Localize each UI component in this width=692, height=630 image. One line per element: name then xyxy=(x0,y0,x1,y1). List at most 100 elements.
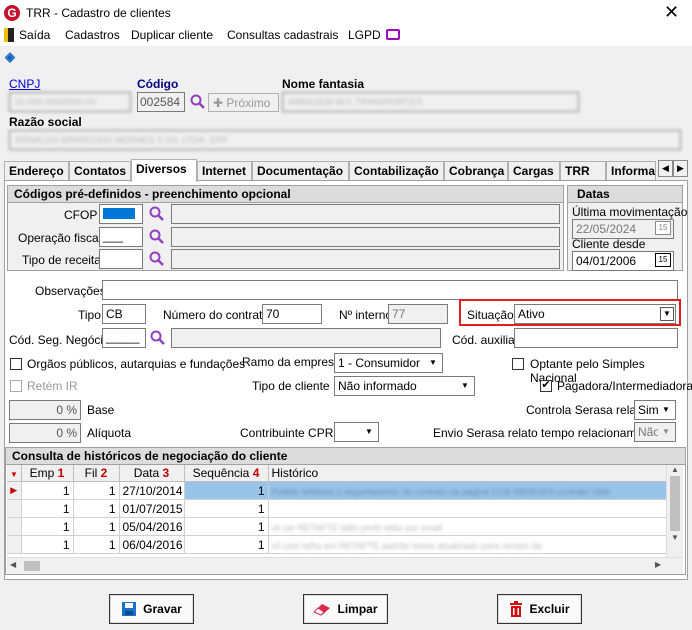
nome-fantasia-label: Nome fantasia xyxy=(282,77,365,91)
tipo-receita-field[interactable] xyxy=(99,249,143,269)
cfop-field[interactable] xyxy=(99,204,143,224)
cod-auxiliar-field[interactable] xyxy=(514,328,678,348)
tab-row: Endereço Contatos Diversos Internet Docu… xyxy=(4,159,688,182)
cod-seg-search-icon[interactable] xyxy=(150,330,166,346)
chevron-down-icon[interactable]: ▼ xyxy=(457,378,473,394)
scroll-down-icon[interactable]: ▼ xyxy=(667,533,683,542)
cod-auxiliar-label: Cód. auxiliar xyxy=(452,333,519,347)
scroll-left-icon[interactable]: ◀ xyxy=(10,560,16,569)
situacao-select[interactable]: Ativo ▼ xyxy=(514,304,676,324)
orgaos-publicos-checkbox[interactable] xyxy=(10,358,22,370)
nome-fantasia-field[interactable]: ARMAZEM W.C TRANSPORTES xyxy=(282,92,579,112)
tab-diversos[interactable]: Diversos xyxy=(131,159,197,182)
sort-down-icon: ▼ xyxy=(10,470,18,479)
table-row[interactable]: ▶ 1 1 27/10/2014 1 Pedido telefone o dep… xyxy=(7,481,666,500)
excluir-button[interactable]: Excluir xyxy=(497,594,582,624)
tipo-cliente-select[interactable]: Não informado ▼ xyxy=(334,376,475,396)
envio-serasa-label: Envio Serasa relato tempo relacionamento xyxy=(433,426,660,440)
tipo-field[interactable]: CB xyxy=(102,304,146,324)
cfop-label: CFOP xyxy=(64,208,98,222)
menu-item-duplicar-cliente[interactable]: Duplicar cliente xyxy=(131,28,213,42)
observacoes-field[interactable] xyxy=(102,280,678,300)
menu-item-lgpd[interactable]: LGPD xyxy=(348,28,381,42)
chevron-down-icon[interactable]: ▼ xyxy=(425,355,441,371)
pagadora-checkbox[interactable]: ✔ xyxy=(540,380,552,392)
codigos-title: Códigos pré-definidos - preenchimento op… xyxy=(8,186,563,203)
horizontal-scrollbar[interactable]: ◀ ▶ xyxy=(7,557,683,574)
exit-icon xyxy=(4,28,14,42)
cod-seg-negocio-field[interactable]: _____ xyxy=(102,328,146,348)
tab-internet[interactable]: Internet xyxy=(197,161,252,181)
tipo-receita-search-icon[interactable] xyxy=(149,251,165,267)
cnpj-field[interactable]: 00.000.000/0000-00 xyxy=(9,92,131,112)
col-historico[interactable]: Histórico xyxy=(268,465,666,482)
vertical-scrollbar[interactable]: ▲ ▼ xyxy=(666,465,683,557)
cfop-search-icon[interactable] xyxy=(149,206,165,222)
operacao-fiscal-label: Operação fiscal xyxy=(18,231,102,245)
col-sequencia[interactable]: Sequência 4 xyxy=(184,465,269,482)
tab-documentacao[interactable]: Documentação xyxy=(252,161,349,181)
col-fil[interactable]: Fil 2 xyxy=(73,465,120,482)
grid-header-row: ▼ Emp 1 Fil 2 Data 3 Sequência 4 Históri… xyxy=(7,465,666,482)
search-icon[interactable] xyxy=(190,94,206,110)
numero-contrato-label: Número do contrato xyxy=(163,308,270,322)
operacao-description xyxy=(171,227,560,247)
menu-item-consultas-cadastrais[interactable]: Consultas cadastrais xyxy=(227,28,338,42)
historico-grid[interactable]: ▼ Emp 1 Fil 2 Data 3 Sequência 4 Históri… xyxy=(7,465,666,555)
col-data[interactable]: Data 3 xyxy=(119,465,185,482)
scroll-right-icon[interactable]: ▶ xyxy=(655,560,661,569)
operacao-fiscal-field[interactable]: ___ xyxy=(99,227,143,247)
chevron-down-icon[interactable]: ▼ xyxy=(660,307,674,321)
aliquota-field: 0 % xyxy=(9,423,81,443)
chevron-down-icon[interactable]: ▼ xyxy=(658,402,674,418)
tab-contabilizacao[interactable]: Contabilização xyxy=(349,161,444,181)
tipo-receita-description xyxy=(171,249,560,269)
ramo-empresa-select[interactable]: 1 - Consumidor ▼ xyxy=(334,353,443,373)
numero-contrato-field[interactable]: 70 xyxy=(262,304,322,324)
proximo-button[interactable]: ✚ Próximo xyxy=(208,93,279,112)
operacao-search-icon[interactable] xyxy=(149,229,165,245)
tab-scroll-left-icon[interactable]: ◀ xyxy=(658,160,673,177)
table-row[interactable]: 1 1 01/07/2015 1 xyxy=(7,499,666,518)
gravar-button[interactable]: Gravar xyxy=(109,594,194,624)
tipo-cliente-label: Tipo de cliente xyxy=(252,379,330,393)
tipo-label: Tipo xyxy=(78,308,101,322)
diamond-arrows-icon[interactable]: ◈ xyxy=(5,49,15,65)
historico-text: vil cer RETAFTE tallis prefil retito por… xyxy=(268,517,666,536)
hscroll-thumb[interactable] xyxy=(24,561,40,571)
chevron-down-icon[interactable]: ▼ xyxy=(361,424,377,440)
historico-text: Pedido telefone o departamento de contra… xyxy=(268,481,666,500)
scroll-thumb[interactable] xyxy=(670,476,680,531)
optante-simples-checkbox[interactable] xyxy=(512,358,524,370)
tab-cargas[interactable]: Cargas xyxy=(508,161,560,181)
limpar-button[interactable]: Limpar xyxy=(303,594,388,624)
tab-informa[interactable]: Informa xyxy=(606,161,656,181)
tab-scroll-right-icon[interactable]: ▶ xyxy=(673,160,688,177)
contribuinte-cprb-select[interactable]: ▼ xyxy=(334,422,379,442)
menu-item-saida[interactable]: Saída xyxy=(19,28,50,42)
retem-ir-checkbox[interactable] xyxy=(10,380,22,392)
app-logo-icon: G xyxy=(4,5,20,21)
menu-item-cadastros[interactable]: Cadastros xyxy=(65,28,120,42)
monitor-icon[interactable] xyxy=(386,29,400,40)
tab-endereco[interactable]: Endereço xyxy=(4,161,69,181)
table-row[interactable]: 1 1 06/04/2016 1 vil cont talha em RETAF… xyxy=(7,535,666,554)
close-icon[interactable]: ✕ xyxy=(664,2,679,23)
col-emp[interactable]: Emp 1 xyxy=(21,465,74,482)
cfop-description xyxy=(171,204,560,224)
window-title: TRR - Cadastro de clientes xyxy=(26,6,171,20)
tab-contatos[interactable]: Contatos xyxy=(69,161,131,181)
plus-icon: ✚ xyxy=(213,96,227,110)
tab-trr[interactable]: TRR xyxy=(560,161,606,181)
cliente-desde-calendar-icon[interactable]: 15 xyxy=(655,253,671,267)
razao-social-field[interactable]: ARNALDO APARECIDO MORAES X.SA. LTDA. EPP xyxy=(9,130,681,150)
contribuinte-cprb-label: Contribuinte CPRB xyxy=(240,426,342,440)
scroll-up-icon[interactable]: ▲ xyxy=(667,465,683,474)
codigo-field[interactable]: 002584 xyxy=(137,92,185,112)
tab-cobranca[interactable]: Cobrança xyxy=(444,161,508,181)
cnpj-label[interactable]: CNPJ xyxy=(9,77,40,91)
trash-icon xyxy=(510,601,523,617)
controla-serasa-select[interactable]: Sim ▼ xyxy=(634,400,676,420)
table-row[interactable]: 1 1 05/04/2016 1 vil cer RETAFTE tallis … xyxy=(7,517,666,536)
historico-text xyxy=(268,499,666,518)
